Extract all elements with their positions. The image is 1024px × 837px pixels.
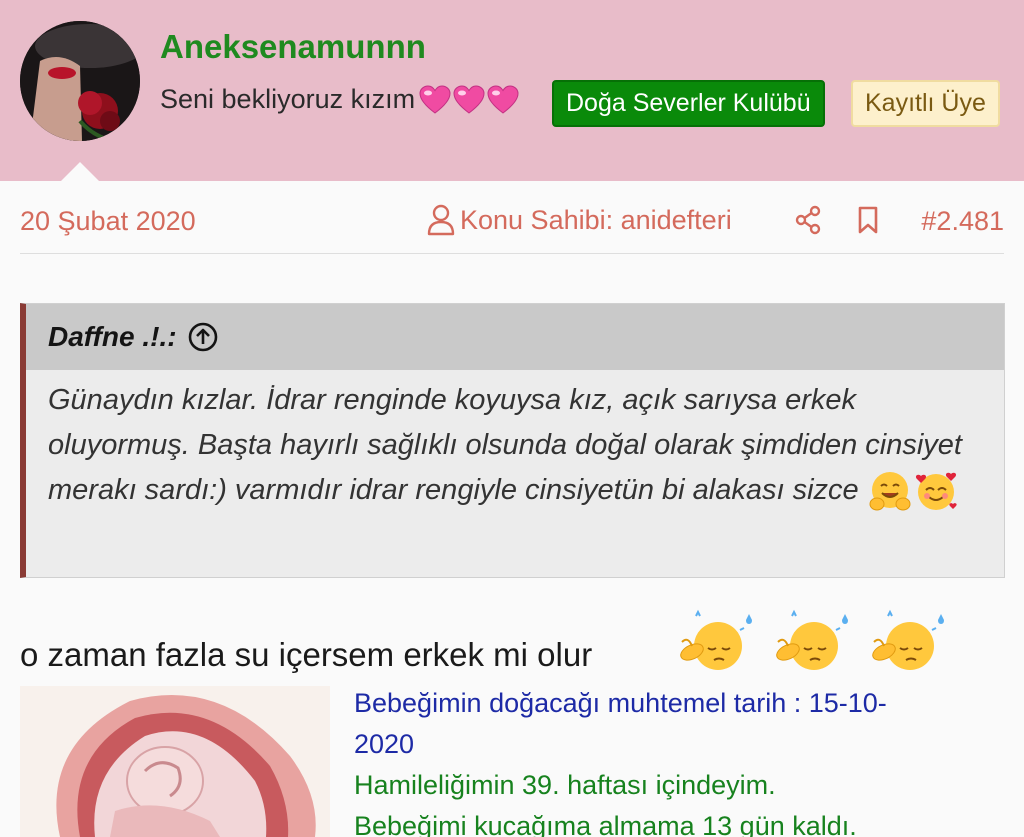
sweat-face-emoji [680,609,752,670]
user-title-text: Seni bekliyoruz kızım [160,84,416,114]
quote-block: Daffne .!.: Günaydın kızlar. İdrar rengi… [20,303,1005,578]
signature-line-week: Hamileliğimin 39. haftası içindeyim. [354,770,776,800]
thread-starter-label: Konu Sahibi: anidefteri [460,204,732,235]
sweat-emojis [674,606,962,678]
post-number[interactable]: #2.481 [921,206,1004,237]
forum-post: Aneksenamunnn Seni bekliyoruz kızım Doğa… [0,0,1024,837]
heart-icon [419,84,451,114]
quote-header: Daffne .!.: [26,304,1004,370]
sweat-face-emoji [776,609,848,670]
thread-starter-indicator: Konu Sahibi: anidefteri [426,204,732,236]
heart-icon [487,84,519,114]
post-user-header: Aneksenamunnn Seni bekliyoruz kızım Doğa… [0,0,1024,182]
quote-text-content: Günaydın kızlar. İdrar renginde koyuysa … [48,384,962,506]
share-icon[interactable] [792,204,824,236]
post-date[interactable]: 20 Şubat 2020 [20,206,196,237]
username[interactable]: Aneksenamunnn [160,28,426,66]
sweat-face-emoji [872,609,944,670]
signature-line-countdown: Bebeğimi kucağıma almama 13 gün kaldı. [354,811,857,837]
user-title: Seni bekliyoruz kızım [160,84,519,115]
group-badge: Doğa Severler Kulübü [552,80,825,127]
header-pointer [60,162,100,182]
user-icon [427,204,455,236]
heart-icon [453,84,485,114]
smiling-hearts-emoji [915,473,957,511]
signature-image [20,686,330,837]
quote-author[interactable]: Daffne .!.: [48,321,177,353]
arrow-up-circle-icon[interactable] [187,321,219,353]
post-message: o zaman fazla su içersem erkek mi olur [20,636,593,673]
signature-line-due-date: Bebeğimin doğacağı muhtemel tarih : 15-1… [354,688,887,718]
bookmark-icon[interactable] [852,204,884,236]
quote-text: Günaydın kızlar. İdrar renginde koyuysa … [48,378,978,514]
heart-icons [417,84,519,115]
signature-line-due-year: 2020 [354,729,415,759]
member-badge: Kayıtlı Üye [851,80,1000,127]
hugging-face-emoji [869,472,911,511]
avatar[interactable] [20,21,140,141]
post-meta: 20 Şubat 2020 Konu Sahibi: anidefteri #2… [20,200,1004,254]
